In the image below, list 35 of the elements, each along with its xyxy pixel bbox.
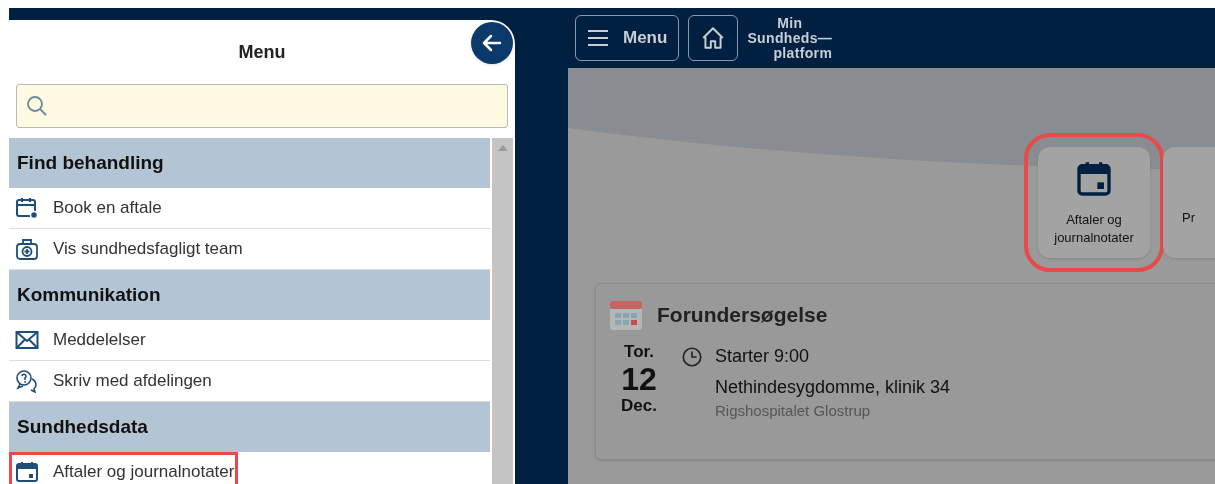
start-time: Starter 9:00 <box>715 345 811 368</box>
menu-item[interactable]: Book en aftale <box>9 188 166 228</box>
menu-item[interactable]: Aftaler og journalnotater <box>9 452 239 484</box>
location: Rigshospitalet Glostrup <box>715 401 872 421</box>
appointment-card[interactable]: Forundersøgelse Tor. 12 Dec. Starter 9:00 Nethindesygdomme, klinik 34 Rigshospitalet Glostrup <box>595 283 1215 460</box>
search-field[interactable] <box>16 84 508 128</box>
calendar-icon <box>609 298 643 332</box>
menu-item[interactable]: Meddelelser <box>9 320 150 360</box>
scroll-up-icon <box>497 144 508 152</box>
clock-icon <box>681 346 703 368</box>
menu-item[interactable]: Vis sundhedsfagligt team <box>9 229 247 269</box>
day-number: 12 <box>621 362 657 396</box>
search-icon <box>25 94 49 118</box>
shortcut-tile[interactable]: Aftaler og journalnotater <box>1038 147 1150 258</box>
logo-text: Min Sundheds— platform <box>747 15 833 61</box>
weekday: Tor. <box>624 342 654 362</box>
menu-icon <box>587 29 609 47</box>
medical-bag-icon <box>15 237 39 261</box>
section-header: Find behandling <box>9 138 490 188</box>
menu-title: Menu <box>238 40 286 64</box>
home-button[interactable] <box>688 15 739 61</box>
department: Nethindesygdomme, klinik 34 <box>715 376 951 399</box>
chat-question-icon <box>15 369 39 393</box>
month: Dec. <box>621 396 657 416</box>
menu-button[interactable]: Menu <box>575 15 680 61</box>
section-header: Sundhedsdata <box>9 402 490 452</box>
calendar-icon <box>15 196 39 220</box>
envelope-icon <box>15 328 39 352</box>
section-header: Kommunikation <box>9 270 490 320</box>
appointment-title: Forundersøgelse <box>657 302 828 329</box>
scrollbar[interactable] <box>492 138 513 484</box>
calendar-icon <box>15 460 39 484</box>
menu-item[interactable]: Skriv med afdelingen <box>9 361 216 401</box>
back-button[interactable] <box>471 22 513 64</box>
shortcut-tile[interactable]: Pr <box>1163 147 1215 258</box>
